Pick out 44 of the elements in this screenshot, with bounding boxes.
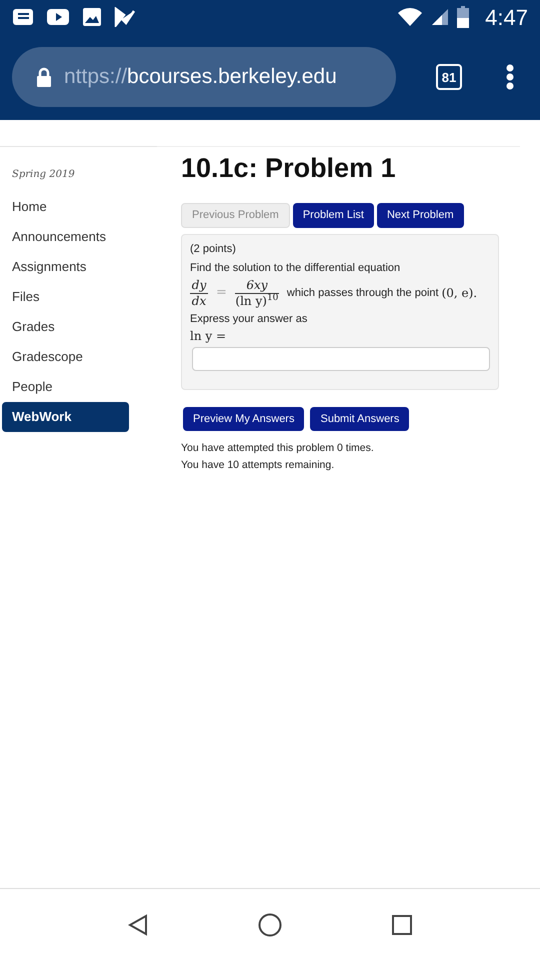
attempts-message: You have 10 attempts remaining. xyxy=(181,458,336,473)
problem-title: 10.1c: Problem 1 xyxy=(181,152,397,185)
term-label: Spring 2019 xyxy=(11,168,76,182)
news-icon xyxy=(12,7,34,27)
equation-text: which passes through the point xyxy=(286,286,439,301)
battery-icon xyxy=(457,6,470,28)
answer-action-button[interactable]: Submit Answers xyxy=(310,407,410,431)
math-numerator: dy xyxy=(192,278,206,292)
clock-time: 4:47 xyxy=(485,4,528,32)
sidebar-item[interactable]: People xyxy=(0,372,157,402)
back-icon[interactable] xyxy=(128,914,148,936)
answer-field[interactable] xyxy=(192,347,490,371)
instruction-text: Express your answer as xyxy=(190,312,308,326)
math-denominator: (ln y)$^{10}$ xyxy=(235,294,278,308)
problem-nav-button[interactable]: Next Problem xyxy=(376,202,464,228)
answer-label: ln y = xyxy=(190,328,228,345)
sidebar-item[interactable]: Announcements xyxy=(0,222,157,252)
prompt-text: Find the solution to the differential equation xyxy=(190,261,402,276)
more-options-icon[interactable] xyxy=(506,64,514,90)
tab-count-button[interactable]: 81 xyxy=(436,64,462,90)
checklist-icon xyxy=(114,7,136,27)
attempts-message: You have attempted this problem 0 times. xyxy=(181,441,375,456)
lock-icon xyxy=(36,67,52,87)
image-icon xyxy=(82,7,102,27)
answer-action-button[interactable]: Preview My Answers xyxy=(183,407,304,431)
sidebar-item[interactable]: Gradescope xyxy=(0,342,157,372)
recents-icon[interactable] xyxy=(392,914,412,934)
url-text: nttps://bcourses.berkeley.edu xyxy=(64,64,337,90)
math-numerator: 6xy xyxy=(246,278,268,292)
sidebar-item[interactable]: WebWork xyxy=(2,402,129,432)
sidebar-item[interactable]: Files xyxy=(0,282,157,312)
sidebar-item[interactable]: Home xyxy=(0,192,157,222)
math-denominator: dx xyxy=(192,294,206,308)
wifi-icon xyxy=(397,7,424,27)
sidebar-item[interactable]: Grades xyxy=(0,312,157,342)
math-point: (0, e). xyxy=(442,285,478,302)
problem-nav-button[interactable]: Problem List xyxy=(292,202,374,228)
points-text: (2 points) xyxy=(190,242,237,256)
play-icon xyxy=(46,8,70,26)
address-bar[interactable]: nttps://bcourses.berkeley.edu xyxy=(12,47,396,107)
math-equals: = xyxy=(216,284,227,302)
signal-icon xyxy=(431,8,450,26)
home-icon[interactable] xyxy=(258,912,282,936)
sidebar-item[interactable]: Assignments xyxy=(0,252,157,282)
